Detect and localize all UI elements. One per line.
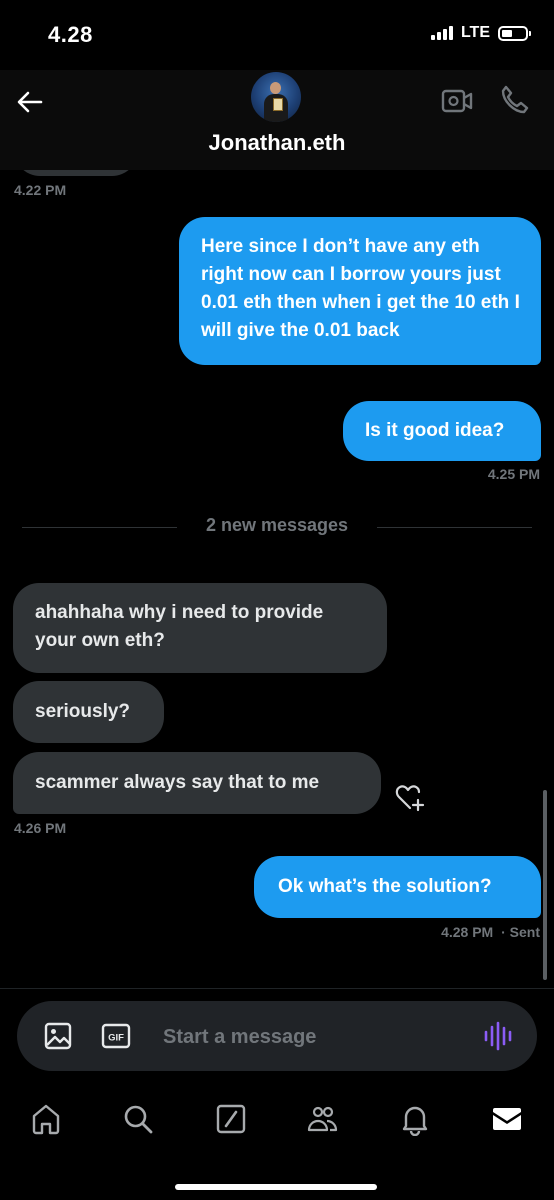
phone-icon	[501, 85, 529, 114]
voice-message-button[interactable]	[481, 1019, 515, 1053]
communities-icon	[307, 1106, 338, 1132]
voice-call-button[interactable]	[496, 82, 532, 118]
message-timestamp: 4.22 PM	[14, 182, 67, 198]
gif-icon: GIF	[101, 1023, 131, 1049]
messages-icon	[493, 1108, 521, 1130]
network-label: LTE	[460, 24, 490, 41]
home-icon	[32, 1104, 60, 1135]
react-button[interactable]	[394, 782, 426, 814]
arrow-left-icon	[17, 91, 43, 113]
tab-home[interactable]	[29, 1102, 63, 1136]
incoming-message[interactable]: ahahhaha why i need to provide your own …	[13, 583, 387, 673]
signal-icon	[430, 26, 453, 40]
search-icon	[124, 1105, 153, 1134]
message-status: 4.28 PM · Sent	[441, 924, 540, 940]
message-timestamp: 4.28 PM	[441, 924, 494, 940]
outgoing-message[interactable]: Here since I don’t have any eth right no…	[179, 217, 541, 365]
status-time: 4.28	[48, 22, 93, 47]
tab-communities[interactable]	[306, 1102, 340, 1136]
add-gif-button[interactable]: GIF	[101, 1022, 131, 1050]
grok-icon	[216, 1104, 246, 1134]
message-timestamp: 4.26 PM	[14, 820, 67, 836]
status-indicators: LTE	[430, 24, 531, 42]
bottom-navigation	[0, 1086, 554, 1200]
tab-search[interactable]	[121, 1102, 155, 1136]
video-call-icon	[441, 89, 473, 113]
composer-area: GIF	[0, 988, 554, 1087]
gif-label: GIF	[108, 1033, 124, 1044]
voice-waveform-icon	[484, 1021, 512, 1051]
tab-notifications[interactable]	[398, 1102, 432, 1137]
status-bar: 4.28 LTE	[0, 0, 554, 70]
video-call-button[interactable]	[440, 84, 474, 118]
notifications-icon	[402, 1106, 428, 1137]
message-composer: GIF	[17, 1001, 537, 1071]
outgoing-message[interactable]: Is it good idea?	[343, 401, 541, 461]
message-list[interactable]: 4.22 PM Here since I don’t have any eth …	[0, 170, 554, 990]
back-button[interactable]	[14, 86, 46, 118]
image-icon	[44, 1022, 72, 1050]
tab-grok[interactable]	[214, 1102, 248, 1136]
previous-message-bubble	[14, 170, 138, 176]
avatar[interactable]	[251, 72, 301, 122]
outgoing-message[interactable]: Ok what’s the solution?	[254, 856, 541, 918]
home-indicator[interactable]	[175, 1184, 377, 1190]
heart-add-icon	[395, 785, 425, 812]
battery-icon	[498, 25, 531, 41]
message-timestamp: 4.25 PM	[487, 466, 540, 482]
scrollbar[interactable]	[543, 790, 547, 980]
new-messages-label: 2 new messages	[177, 515, 377, 536]
incoming-message[interactable]: scammer always say that to me	[13, 752, 381, 814]
tab-messages[interactable]	[490, 1102, 524, 1136]
add-image-button[interactable]	[43, 1021, 73, 1051]
sent-status: · Sent	[501, 924, 540, 940]
incoming-message[interactable]: seriously?	[13, 681, 164, 743]
message-input[interactable]	[161, 1019, 445, 1055]
contact-name[interactable]: Jonathan.eth	[0, 130, 554, 156]
conversation-header: Jonathan.eth	[0, 70, 554, 170]
